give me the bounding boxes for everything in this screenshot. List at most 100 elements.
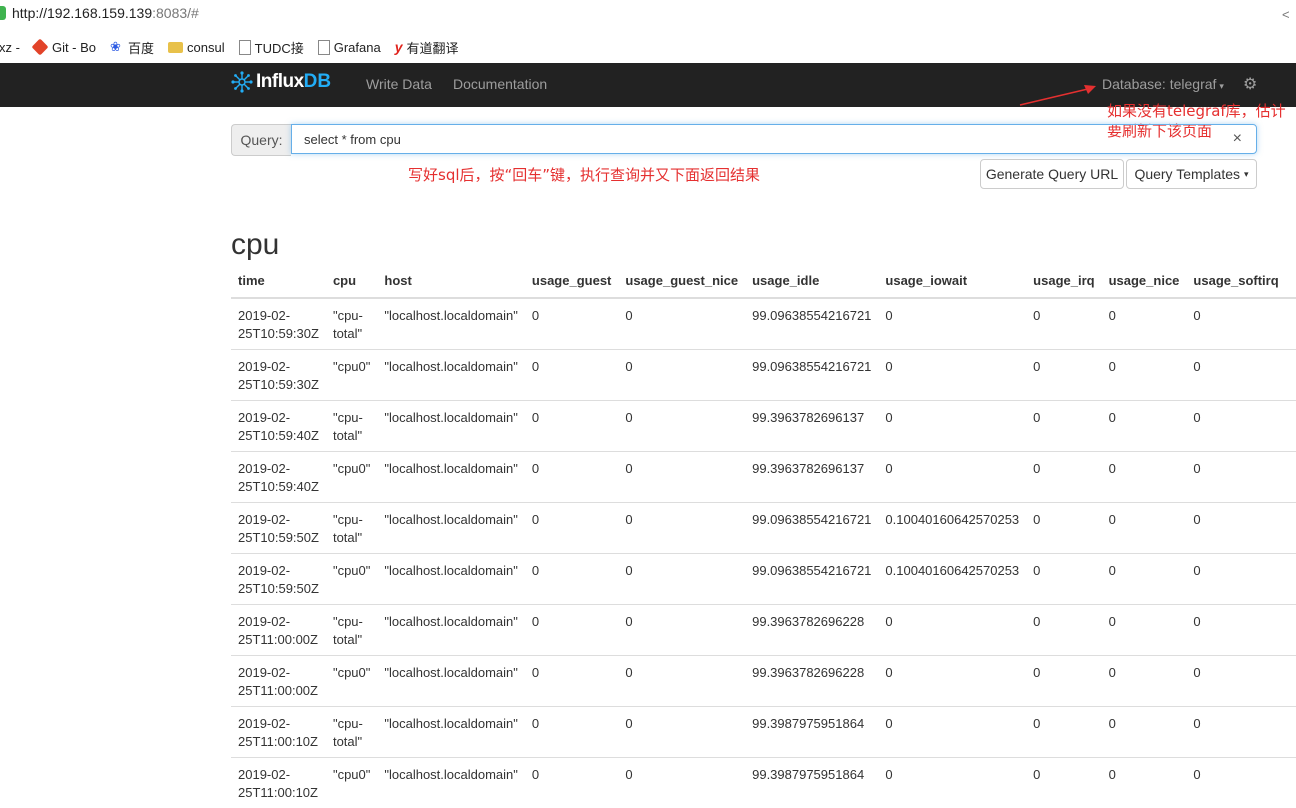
cell-usage-irq: 0 bbox=[1026, 450, 1102, 502]
cell-usage-idle: 99.3963782696228 bbox=[745, 654, 879, 706]
bookmark-baidu[interactable]: ❀ 百度 bbox=[110, 38, 154, 57]
bookmark-grafana[interactable]: Grafana bbox=[317, 39, 381, 55]
folder-icon bbox=[168, 41, 184, 53]
nav-write-data[interactable]: Write Data bbox=[366, 76, 432, 92]
brand-influx-text: Influx bbox=[256, 71, 304, 92]
cell-usage-guest-nice: 0 bbox=[618, 348, 746, 400]
cell-time: 2019-02- 25T10:59:50Z bbox=[231, 501, 326, 553]
cell-usage-irq: 0 bbox=[1026, 501, 1102, 553]
cell-time: 2019-02- 25T11:00:10Z bbox=[231, 756, 326, 808]
bookmark-label: consul bbox=[187, 39, 225, 55]
cell-usage-irq: 0 bbox=[1026, 705, 1102, 757]
cell-time: 2019-02- 25T11:00:00Z bbox=[231, 603, 326, 655]
annotation-arrow-icon bbox=[1019, 85, 1096, 106]
cell-time: 2019-02- 25T10:59:30Z bbox=[231, 348, 326, 400]
time-date-part: 2019-02- bbox=[238, 308, 291, 323]
time-date-part: 2019-02- bbox=[238, 664, 291, 680]
cell-usage-softirq: 0 bbox=[1186, 297, 1296, 349]
cell-host: "localhost.localdomain" bbox=[377, 756, 525, 808]
cell-usage-softirq: 0 bbox=[1186, 756, 1296, 808]
annotation-query-note: 写好sql后，按“回车”键，执行查询并又下面返回结果 bbox=[408, 166, 761, 184]
cell-usage-guest: 0 bbox=[524, 756, 619, 808]
cell-usage-guest-nice: 0 bbox=[618, 399, 746, 451]
cell-usage-iowait: 0 bbox=[878, 654, 1027, 706]
cpu-line-1: "cpu- bbox=[332, 715, 363, 731]
cell-usage-iowait: 0 bbox=[878, 756, 1027, 808]
cell-usage-irq: 0 bbox=[1026, 654, 1102, 706]
cell-time: 2019-02- 25T10:59:30Z bbox=[231, 297, 326, 349]
time-rest-part: 25T10:59:40Z bbox=[238, 478, 319, 494]
cell-usage-guest: 0 bbox=[524, 654, 619, 706]
column-header-cpu: cpu bbox=[325, 264, 378, 299]
button-label: Query Templates bbox=[1134, 166, 1241, 182]
bookmark-git[interactable]: Git - Bo bbox=[31, 38, 96, 56]
cell-usage-idle: 99.3987975951864 bbox=[745, 705, 879, 757]
query-templates-button[interactable]: Query Templates ▾ bbox=[1126, 159, 1257, 189]
cpu-line-1: "cpu0" bbox=[332, 664, 371, 680]
database-dropdown[interactable]: Database: telegraf ▾ bbox=[1102, 76, 1224, 92]
bookmark-youdao[interactable]: y 有道翻译 bbox=[395, 38, 459, 57]
cell-usage-idle: 99.09638554216721 bbox=[745, 297, 879, 349]
cell-usage-iowait: 0 bbox=[878, 603, 1027, 655]
page-icon bbox=[238, 39, 251, 55]
time-date-part: 2019-02- bbox=[238, 511, 291, 527]
generate-query-url-button[interactable]: Generate Query URL bbox=[980, 159, 1124, 189]
cell-usage-guest: 0 bbox=[524, 501, 619, 553]
cell-host: "localhost.localdomain" bbox=[377, 399, 525, 451]
cell-cpu: "cpu0" bbox=[325, 756, 378, 808]
bookmark-tudc[interactable]: TUDC接 bbox=[238, 38, 304, 57]
cell-usage-softirq: 0 bbox=[1186, 705, 1296, 757]
clear-query-icon[interactable]: × bbox=[1233, 130, 1242, 148]
cell-usage-nice: 0 bbox=[1101, 705, 1187, 757]
cell-usage-softirq: 0 bbox=[1186, 450, 1296, 502]
column-header-usage-softirq: usage_softirq bbox=[1186, 264, 1296, 299]
cell-usage-nice: 0 bbox=[1101, 348, 1187, 400]
cpu-line-1: "cpu- bbox=[332, 613, 363, 629]
cell-usage-idle: 99.09638554216721 bbox=[745, 552, 879, 604]
cell-usage-guest: 0 bbox=[524, 450, 619, 502]
cell-host: "localhost.localdomain" bbox=[377, 654, 525, 706]
cell-usage-guest-nice: 0 bbox=[618, 450, 746, 502]
query-input[interactable]: select * from cpu × bbox=[291, 124, 1257, 154]
cpu-line-2: total" bbox=[332, 733, 363, 749]
cell-host: "localhost.localdomain" bbox=[377, 552, 525, 604]
cell-usage-guest-nice: 0 bbox=[618, 501, 746, 553]
bookmark-label: xz - bbox=[0, 39, 20, 55]
query-form: Query: select * from cpu × bbox=[231, 124, 1257, 156]
address-bar[interactable]: http://192.168.159.139:8083/# < bbox=[0, 0, 1296, 30]
column-header-usage-guest-nice: usage_guest_nice bbox=[618, 264, 746, 299]
cpu-line-2: total" bbox=[332, 631, 363, 647]
cell-usage-guest-nice: 0 bbox=[618, 603, 746, 655]
bookmark-label: 百度 bbox=[128, 40, 155, 56]
cell-usage-softirq: 0 bbox=[1186, 348, 1296, 400]
cell-usage-idle: 99.09638554216721 bbox=[745, 501, 879, 553]
table-header-row: time cpu host usage_guest usage_guest_ni… bbox=[231, 264, 1296, 299]
cell-usage-guest-nice: 0 bbox=[618, 705, 746, 757]
cell-time: 2019-02- 25T10:59:50Z bbox=[231, 552, 326, 604]
cell-usage-idle: 99.3963782696228 bbox=[745, 603, 879, 655]
cell-cpu: "cpu-total" bbox=[325, 705, 378, 757]
time-rest-part: 25T10:59:50Z bbox=[238, 529, 319, 545]
url-text[interactable]: http://192.168.159.139:8083/# bbox=[12, 5, 199, 21]
bookmark-xz[interactable]: xz - bbox=[0, 40, 20, 55]
gear-icon[interactable]: ⚙ bbox=[1243, 74, 1257, 94]
nav-documentation[interactable]: Documentation bbox=[453, 76, 547, 92]
table-row: 2019-02- 25T11:00:10Z "cpu0" "localhost.loc… bbox=[231, 756, 1296, 808]
cell-usage-irq: 0 bbox=[1026, 399, 1102, 451]
influxdb-logo[interactable]: Influx DB bbox=[231, 71, 331, 93]
cell-usage-iowait: 0.10040160642570253 bbox=[878, 501, 1027, 553]
column-header-host: host bbox=[377, 264, 525, 299]
cell-cpu: "cpu0" bbox=[325, 654, 378, 706]
time-rest-part: 25T11:00:00Z bbox=[238, 682, 318, 698]
cell-usage-guest: 0 bbox=[524, 297, 619, 349]
bookmark-consul[interactable]: consul bbox=[168, 40, 225, 55]
cell-cpu: "cpu0" bbox=[325, 348, 378, 400]
cell-usage-iowait: 0 bbox=[878, 705, 1027, 757]
cell-usage-guest: 0 bbox=[524, 705, 619, 757]
cell-usage-irq: 0 bbox=[1026, 603, 1102, 655]
cell-host: "localhost.localdomain" bbox=[377, 705, 525, 757]
cell-host: "localhost.localdomain" bbox=[377, 501, 525, 553]
time-rest-part: 25T11:00:00Z bbox=[238, 631, 318, 647]
share-icon[interactable]: < bbox=[1282, 7, 1294, 22]
youdao-icon: y bbox=[394, 39, 403, 55]
